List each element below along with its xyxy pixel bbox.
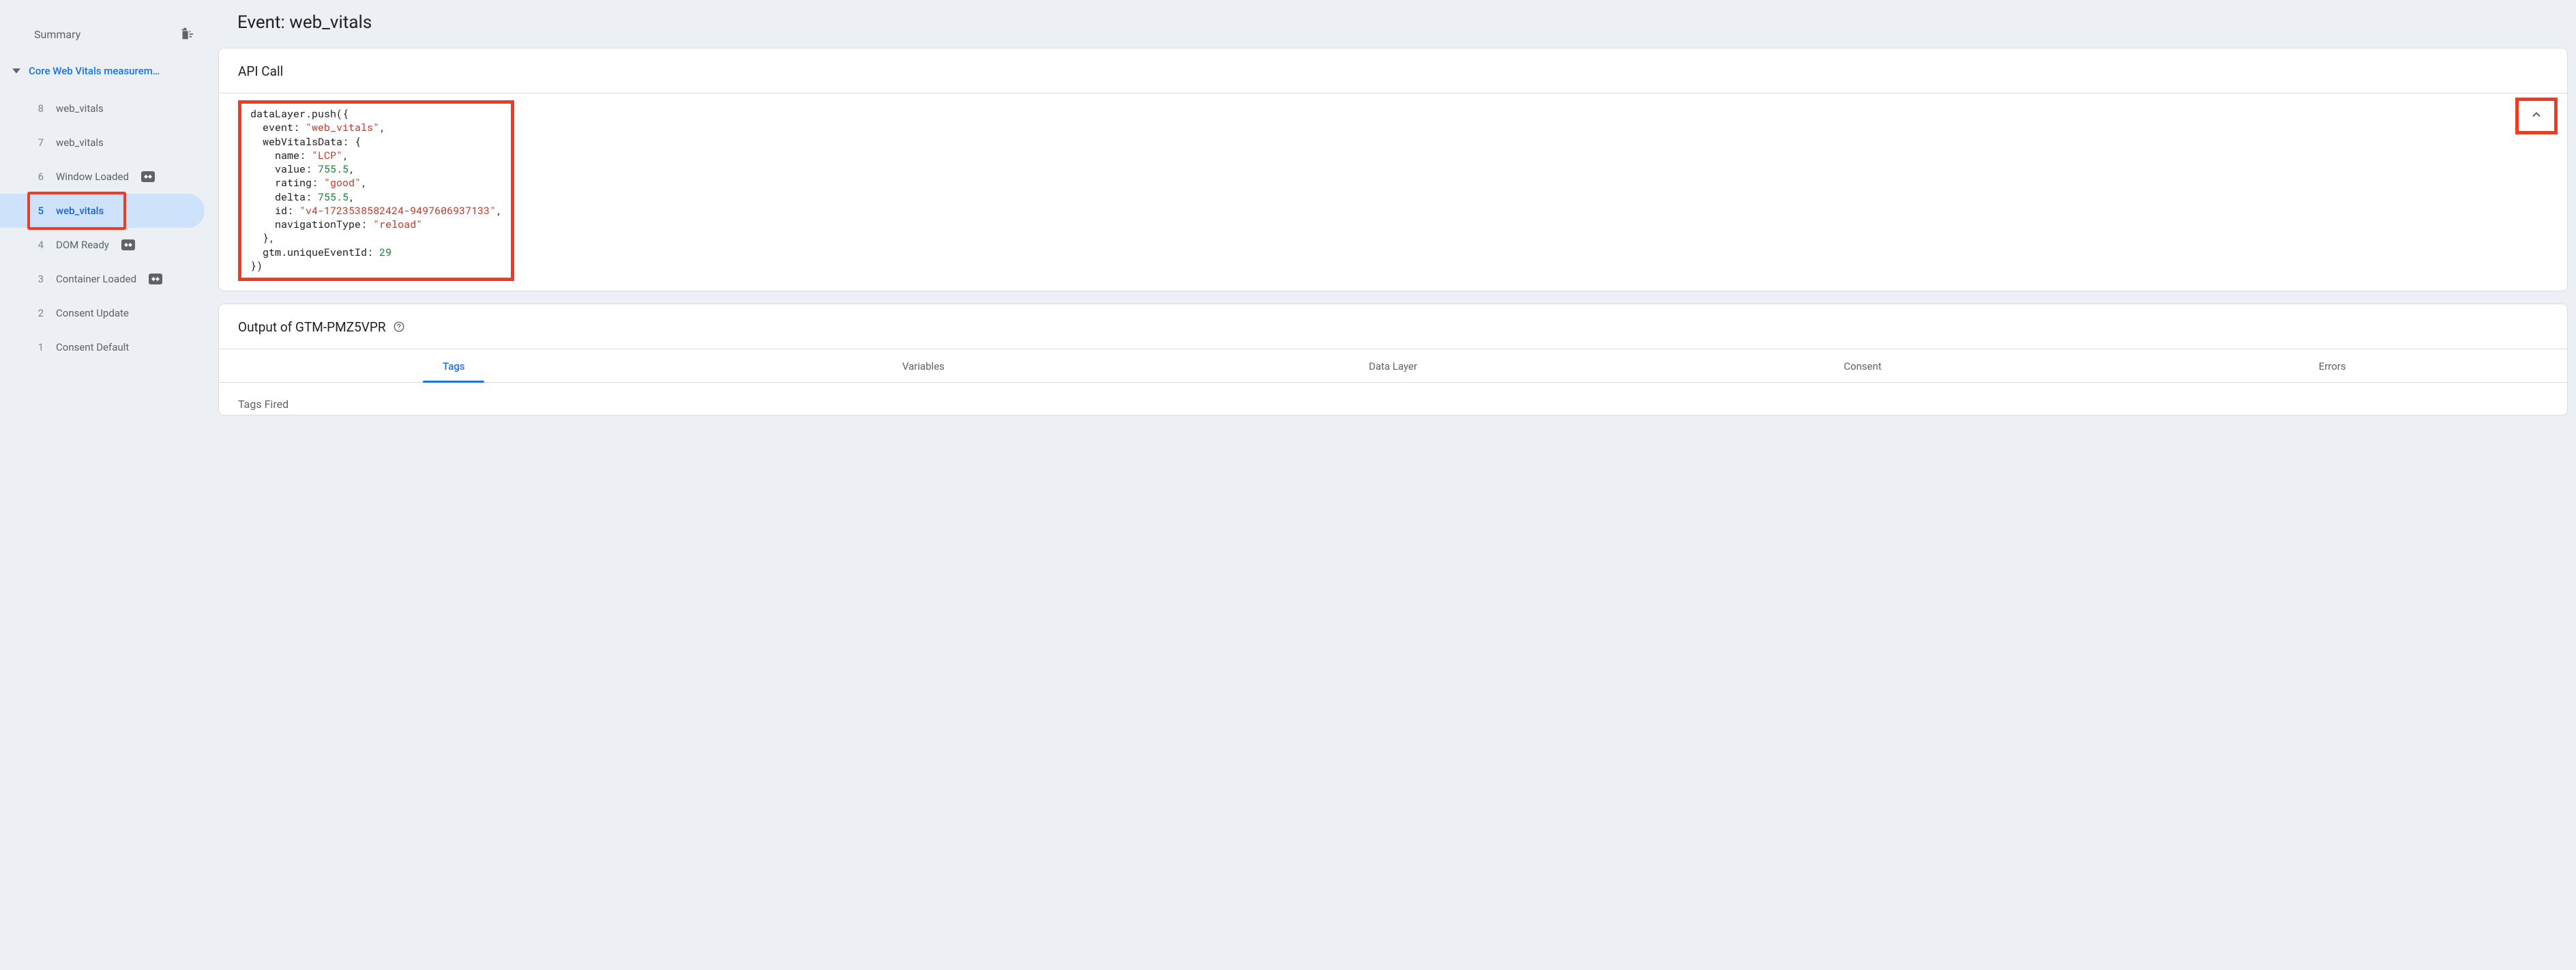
output-header-container: GTM-PMZ5VPR: [295, 319, 386, 335]
event-label: Consent Update: [56, 307, 129, 319]
event-label: Window Loaded: [56, 171, 129, 183]
event-item-6[interactable]: 6 Window Loaded: [0, 160, 205, 194]
code-badge-icon: [141, 171, 155, 182]
api-call-code: dataLayer.push({ event: "web_vitals", we…: [250, 107, 502, 273]
event-label: web_vitals: [56, 102, 104, 115]
sidebar: Summary Core Web Vitals measurem… 8 web_v…: [0, 0, 205, 970]
tab-data-layer[interactable]: Data Layer: [1158, 349, 1628, 382]
event-number: 1: [34, 341, 44, 353]
event-number: 6: [34, 171, 44, 183]
event-label: Consent Default: [56, 341, 129, 353]
api-call-header: API Call: [219, 48, 2567, 93]
code-badge-icon: [149, 274, 162, 284]
summary-heading: Summary: [34, 28, 80, 41]
tab-consent[interactable]: Consent: [1628, 349, 2098, 382]
clear-icon[interactable]: [179, 27, 194, 42]
tab-errors[interactable]: Errors: [2097, 349, 2567, 382]
event-number: 3: [34, 273, 44, 285]
event-item-4[interactable]: 4 DOM Ready: [0, 228, 205, 262]
event-list: 8 web_vitals 7 web_vitals 6 Window Loaded 5 web…: [0, 87, 205, 364]
tab-variables[interactable]: Variables: [689, 349, 1159, 382]
sidebar-group-label: Core Web Vitals measurem…: [29, 65, 160, 77]
output-header: Output of GTM-PMZ5VPR: [219, 304, 2567, 349]
event-number: 4: [34, 239, 44, 251]
event-item-5[interactable]: 5 web_vitals: [0, 194, 205, 228]
event-label: DOM Ready: [56, 239, 109, 251]
event-number: 2: [34, 307, 44, 319]
tab-tags[interactable]: Tags: [219, 349, 689, 382]
output-tabs: TagsVariablesData LayerConsentErrors: [219, 349, 2567, 383]
event-label: web_vitals: [56, 136, 104, 149]
api-call-card: API Call dataLayer.push({ event: "web_vi…: [218, 48, 2568, 291]
event-item-8[interactable]: 8 web_vitals: [0, 91, 205, 126]
tags-fired-heading: Tags Fired: [219, 383, 2567, 415]
api-call-code-box: dataLayer.push({ event: "web_vitals", we…: [238, 100, 514, 281]
event-number: 5: [34, 205, 44, 217]
chevron-up-icon: [2530, 108, 2543, 124]
main-panel: Event: web_vitals API Call dataLayer.pus…: [205, 0, 2576, 970]
event-number: 8: [34, 102, 44, 115]
event-item-7[interactable]: 7 web_vitals: [0, 126, 205, 160]
event-item-2[interactable]: 2 Consent Update: [0, 296, 205, 330]
page-title-event: web_vitals: [289, 12, 372, 33]
caret-down-icon: [12, 67, 20, 75]
event-number: 7: [34, 136, 44, 149]
collapse-button[interactable]: [2515, 98, 2558, 134]
page-title-prefix: Event:: [237, 12, 289, 33]
event-label: Container Loaded: [56, 273, 136, 285]
code-badge-icon: [121, 239, 135, 250]
page-title: Event: web_vitals: [218, 0, 2568, 48]
event-item-1[interactable]: 1 Consent Default: [0, 330, 205, 364]
event-label: web_vitals: [56, 205, 104, 217]
output-card: Output of GTM-PMZ5VPR TagsVariablesData …: [218, 304, 2568, 415]
event-item-3[interactable]: 3 Container Loaded: [0, 262, 205, 296]
sidebar-group[interactable]: Core Web Vitals measurem…: [0, 55, 205, 87]
help-icon[interactable]: [393, 321, 405, 333]
output-header-prefix: Output of: [238, 319, 295, 335]
